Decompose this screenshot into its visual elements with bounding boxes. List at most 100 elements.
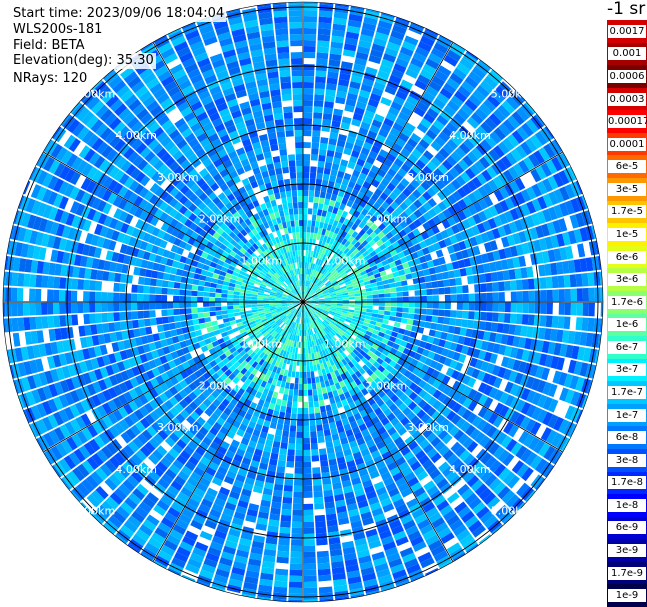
range-gate (277, 52, 290, 60)
range-gate (290, 58, 303, 65)
range-gate (289, 172, 297, 179)
range-gate (325, 155, 334, 164)
range-gate (271, 501, 282, 509)
range-gate (47, 315, 55, 328)
range-gate (131, 284, 138, 293)
range-gate (311, 383, 317, 390)
range-gate (284, 479, 294, 486)
range-gate (545, 315, 553, 328)
range-gate (557, 316, 565, 329)
range-gate (280, 442, 288, 450)
range-gate (306, 232, 311, 239)
range-gate (65, 314, 73, 327)
range-gate (303, 154, 311, 161)
range-gate (143, 302, 150, 310)
range-gate (323, 489, 334, 497)
range-gate (313, 400, 320, 408)
range-gate (281, 502, 292, 510)
range-gate (233, 308, 240, 313)
range-gate (297, 184, 303, 191)
range-gate (107, 312, 114, 322)
range-gate (317, 394, 324, 401)
range-gate (59, 302, 66, 315)
range-gate (300, 347, 303, 354)
range-gate (307, 383, 312, 390)
range-gate (316, 166, 324, 174)
range-gate (298, 341, 301, 348)
range-gate (47, 276, 55, 289)
range-gate (303, 455, 311, 462)
range-gate (251, 296, 258, 300)
range-gate (315, 532, 328, 540)
range-gate (17, 317, 25, 332)
range-gate (582, 302, 589, 317)
range-gate (281, 436, 289, 444)
range-gate (291, 70, 303, 77)
range-gate (53, 315, 61, 328)
range-gate (546, 302, 553, 315)
range-gate (280, 514, 292, 522)
range-gate (155, 286, 162, 295)
range-gate (287, 226, 292, 234)
range-gate (299, 232, 303, 239)
range-gate (522, 302, 529, 314)
range-gate (161, 295, 168, 302)
range-gate (310, 371, 315, 378)
range-gate (303, 64, 315, 71)
range-gate (354, 307, 361, 311)
range-gate (303, 76, 315, 83)
range-gate (290, 377, 295, 384)
range-gate (277, 392, 284, 400)
range-gate (285, 190, 292, 198)
range-gate (289, 425, 297, 432)
range-gate (119, 302, 126, 312)
range-gate (71, 314, 79, 326)
range-gate (137, 293, 144, 302)
range-gate (296, 431, 303, 438)
range-gate (297, 190, 303, 197)
range-gate (203, 297, 210, 302)
range-gate (318, 448, 327, 456)
range-gate (215, 306, 222, 311)
range-gate (286, 136, 295, 143)
range-gate (312, 467, 321, 474)
range-gate (310, 437, 318, 444)
range-gate (316, 52, 329, 60)
range-gate (96, 323, 104, 334)
range-gate (420, 308, 427, 315)
range-gate (426, 308, 433, 316)
range-gate (23, 273, 31, 287)
range-gate (303, 172, 310, 179)
range-gate (372, 305, 379, 310)
range-gate (303, 34, 317, 41)
range-gate (280, 76, 291, 84)
range-gate (310, 226, 315, 233)
range-gate (292, 202, 298, 209)
range-gate (149, 278, 157, 287)
range-gate (322, 204, 329, 212)
range-gate (315, 526, 327, 534)
range-gate (462, 310, 469, 319)
range-gate (290, 220, 295, 227)
range-gate (215, 302, 222, 307)
range-gate (282, 394, 289, 401)
range-gate (378, 306, 385, 311)
range-gate (174, 275, 182, 283)
range-gate (273, 16, 288, 24)
range-gate (291, 521, 303, 528)
range-gate (295, 154, 303, 161)
range-gate (298, 214, 303, 221)
range-gate (298, 383, 303, 390)
range-gate (303, 497, 313, 504)
range-gate (35, 316, 43, 330)
range-gate (274, 22, 288, 30)
range-gate (179, 295, 186, 302)
range-gate (273, 483, 284, 491)
range-gate (311, 449, 319, 456)
range-gate (424, 321, 432, 329)
range-gate (291, 226, 296, 233)
range-gate (296, 178, 303, 185)
range-gate (303, 509, 314, 516)
range-gate (287, 449, 295, 456)
range-gate (137, 310, 144, 319)
